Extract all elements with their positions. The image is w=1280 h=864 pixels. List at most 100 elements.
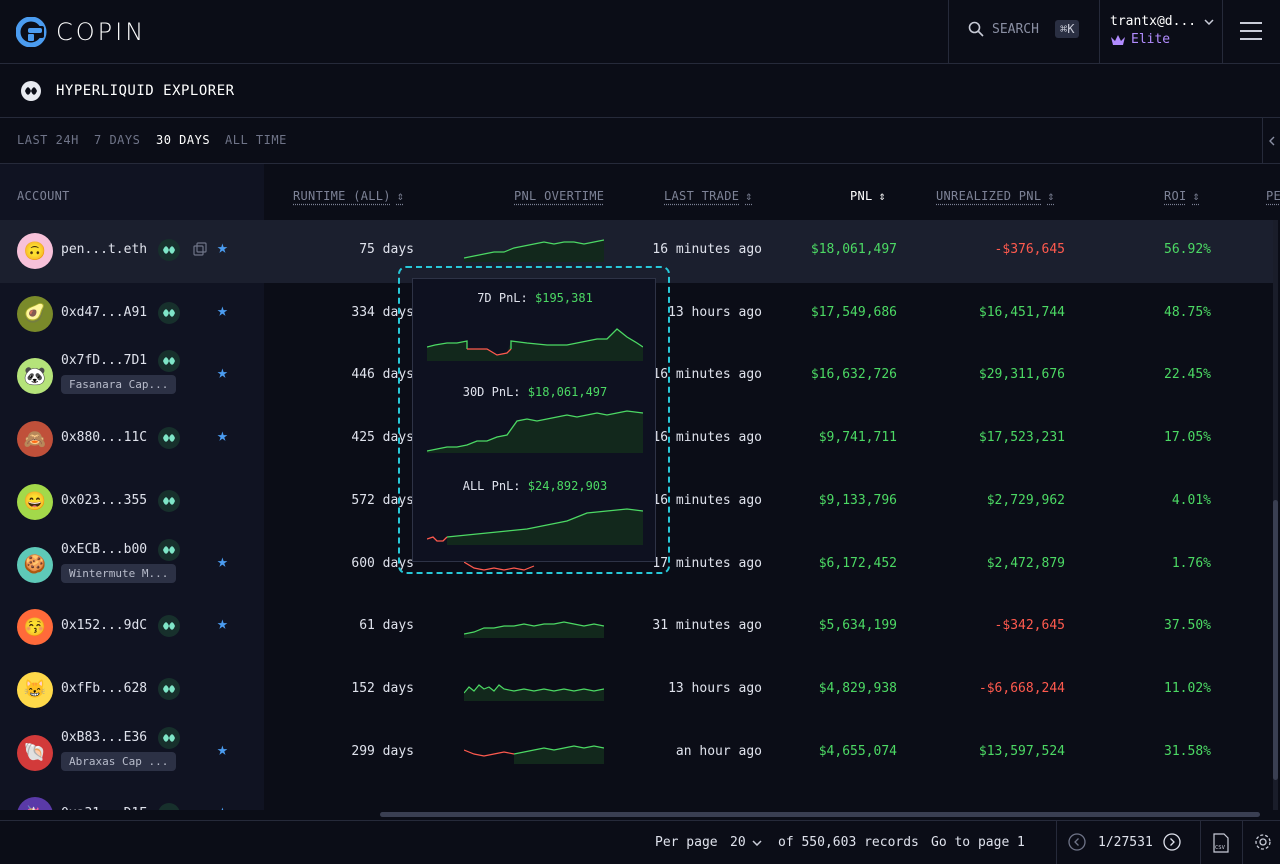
horizontal-scrollbar[interactable] bbox=[380, 812, 1260, 817]
last-trade-value: 16 minutes ago bbox=[652, 242, 762, 257]
column-pnl[interactable]: PNL ⇕ bbox=[850, 189, 886, 203]
favorite-star-icon[interactable]: ★ bbox=[217, 613, 228, 634]
sort-icon: ⇕ bbox=[1047, 189, 1055, 203]
tab-30-days[interactable]: 30 DAYS bbox=[156, 133, 210, 147]
roi-value: 37.50% bbox=[1164, 618, 1211, 633]
roi-value: 1.76% bbox=[1172, 556, 1211, 571]
hyperliquid-protocol-icon bbox=[158, 302, 180, 324]
vertical-scrollbar[interactable] bbox=[1273, 220, 1278, 810]
table-row[interactable]: 🐚 0xB83...E36 Abraxas Cap ... ★ 299 days an h… bbox=[0, 722, 1276, 785]
favorite-star-icon[interactable]: ★ bbox=[217, 237, 228, 258]
hyperliquid-protocol-icon bbox=[158, 539, 180, 561]
account-address[interactable]: 0x880...11C bbox=[61, 430, 147, 445]
chevron-left-icon bbox=[1269, 136, 1275, 146]
favorite-star-icon[interactable]: ★ bbox=[217, 300, 228, 321]
favorite-star-icon[interactable]: ★ bbox=[217, 739, 228, 760]
column-last-trade[interactable]: LAST TRADE ⇕ bbox=[664, 189, 753, 203]
runtime-value: 299 days bbox=[351, 744, 414, 759]
account-address[interactable]: 0xa31...D1E bbox=[61, 806, 147, 810]
csv-label: CSV bbox=[1215, 845, 1226, 851]
page-title: HYPERLIQUID EXPLORER bbox=[56, 83, 235, 99]
csv-export-button[interactable]: CSV bbox=[1212, 833, 1230, 857]
tooltip-7d: 7D PnL: $195,381 bbox=[413, 291, 657, 305]
roi-value: 31.58% bbox=[1164, 744, 1211, 759]
account-label-tag: Wintermute M... bbox=[61, 564, 176, 583]
crown-icon bbox=[1110, 34, 1126, 46]
favorite-star-icon[interactable]: ★ bbox=[217, 362, 228, 383]
pnl-value: $4,829,938 bbox=[819, 681, 897, 696]
hyperliquid-icon bbox=[20, 80, 42, 102]
column-runtime[interactable]: RUNTIME (ALL) ⇕ bbox=[293, 189, 404, 203]
prev-page-button[interactable] bbox=[1068, 833, 1086, 855]
collapse-panel-button[interactable] bbox=[1262, 118, 1280, 164]
tooltip-30d-label: 30D PnL: bbox=[463, 385, 521, 399]
per-page-label: Per page bbox=[655, 835, 718, 850]
pnl-value: $9,133,796 bbox=[819, 493, 897, 508]
unrealized-pnl-value: $2,729,962 bbox=[987, 493, 1065, 508]
column-account: ACCOUNT bbox=[17, 189, 70, 203]
copin-logo[interactable]: COPIN bbox=[16, 17, 146, 47]
hyperliquid-protocol-icon bbox=[158, 615, 180, 637]
settings-button[interactable] bbox=[1254, 833, 1272, 855]
tab-7-days[interactable]: 7 DAYS bbox=[94, 133, 140, 147]
favorite-star-icon[interactable]: ★ bbox=[217, 425, 228, 446]
pagination-bar: Per page 20 of 550,603 records Go to pag… bbox=[0, 820, 1280, 864]
table-row[interactable]: 🦄 0xa31...D1E ★ bbox=[0, 784, 1276, 810]
account-address[interactable]: 0x023...355 bbox=[61, 493, 147, 508]
avatar: 😸 bbox=[17, 672, 53, 708]
avatar: 🐼 bbox=[17, 358, 53, 394]
last-trade-value: 13 hours ago bbox=[668, 681, 762, 696]
column-unrealized-pnl[interactable]: UNREALIZED PNL ⇕ bbox=[936, 189, 1055, 203]
divider bbox=[1200, 821, 1201, 864]
roi-value: 11.02% bbox=[1164, 681, 1211, 696]
per-page-select[interactable]: 20 bbox=[730, 835, 762, 850]
roi-value: 17.05% bbox=[1164, 430, 1211, 445]
hyperliquid-protocol-icon bbox=[158, 678, 180, 700]
csv-file-icon: CSV bbox=[1212, 833, 1230, 853]
account-address[interactable]: 0xfFb...628 bbox=[61, 681, 147, 696]
column-next: PE bbox=[1266, 189, 1280, 203]
unrealized-pnl-value: $17,523,231 bbox=[979, 430, 1065, 445]
account-address[interactable]: 0xECB...b00 bbox=[61, 542, 147, 557]
account-address[interactable]: 0xB83...E36 bbox=[61, 730, 147, 745]
account-address[interactable]: 0x152...9dC bbox=[61, 618, 147, 633]
next-page-button[interactable] bbox=[1163, 833, 1181, 855]
go-to-page-input[interactable]: 1 bbox=[1017, 835, 1025, 850]
go-to-page-label: Go to page bbox=[931, 835, 1009, 850]
hamburger-menu-icon[interactable] bbox=[1240, 22, 1262, 46]
pnl-sparkline bbox=[464, 614, 604, 638]
copy-icon[interactable] bbox=[193, 242, 207, 256]
avatar: 🙈 bbox=[17, 421, 53, 457]
avatar: 😚 bbox=[17, 609, 53, 645]
account-address[interactable]: pen...t.eth bbox=[61, 242, 147, 257]
search-label: SEARCH bbox=[992, 22, 1039, 37]
tab-all-time[interactable]: ALL TIME bbox=[225, 133, 287, 147]
hyperliquid-protocol-icon bbox=[158, 239, 180, 261]
tab-last-24h[interactable]: LAST 24H bbox=[17, 133, 79, 147]
page-indicator: 1/27531 bbox=[1098, 835, 1153, 850]
user-menu[interactable]: trantx@d... Elite bbox=[1110, 14, 1214, 47]
tooltip-30d-chart bbox=[427, 407, 643, 453]
favorite-star-icon[interactable]: ★ bbox=[217, 801, 228, 810]
hyperliquid-protocol-icon bbox=[158, 350, 180, 372]
favorite-star-icon[interactable]: ★ bbox=[217, 551, 228, 572]
explorer-header: HYPERLIQUID EXPLORER bbox=[0, 64, 1280, 118]
gear-icon bbox=[1254, 833, 1272, 851]
column-roi[interactable]: ROI ⇕ bbox=[1164, 189, 1200, 203]
tooltip-7d-value: $195,381 bbox=[535, 291, 593, 305]
runtime-value: 152 days bbox=[351, 681, 414, 696]
user-tier: Elite bbox=[1131, 32, 1170, 47]
column-pnl-label: PNL bbox=[850, 189, 873, 203]
pnl-sparkline bbox=[464, 740, 604, 764]
hyperliquid-protocol-icon bbox=[158, 803, 180, 810]
pnl-value: $17,549,686 bbox=[811, 305, 897, 320]
account-address[interactable]: 0x7fD...7D1 bbox=[61, 353, 147, 368]
copin-logo-icon bbox=[16, 17, 48, 47]
table-row[interactable]: 😚 0x152...9dC ★ 61 days 31 minutes ago $5,634… bbox=[0, 596, 1276, 659]
table-row[interactable]: 😸 0xfFb...628 152 days 13 hours ago $4,829,9… bbox=[0, 659, 1276, 722]
column-unrealized-pnl-label: UNREALIZED PNL bbox=[936, 189, 1041, 203]
search-button[interactable]: SEARCH ⌘K bbox=[968, 20, 1079, 38]
account-address[interactable]: 0xd47...A91 bbox=[61, 305, 147, 320]
column-pnl-overtime: PNL OVERTIME bbox=[514, 189, 604, 203]
sort-icon: ⇕ bbox=[1193, 189, 1201, 203]
